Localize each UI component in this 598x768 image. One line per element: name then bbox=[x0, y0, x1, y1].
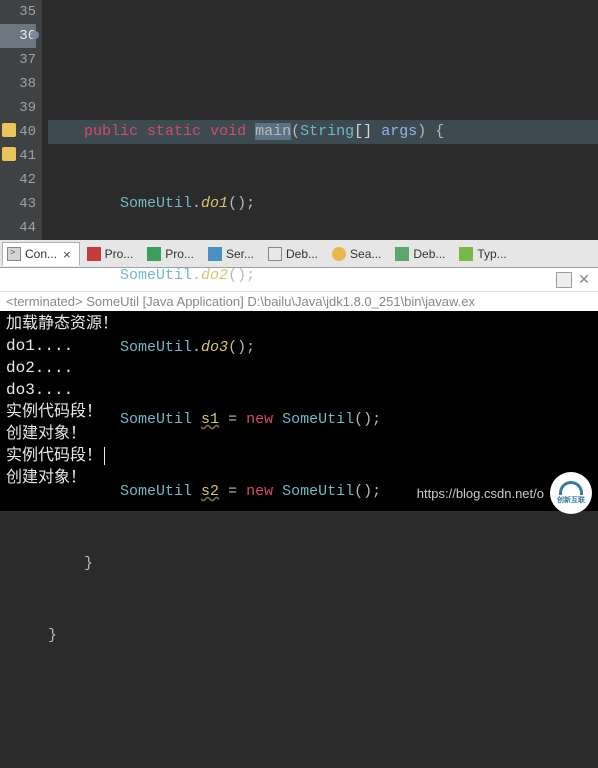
keyword: new bbox=[246, 483, 273, 500]
code-editor[interactable]: 35 36 37 38 39 40 41 42 43 44 public sta… bbox=[0, 0, 598, 240]
code-line[interactable]: SomeUtil.do3(); bbox=[48, 336, 598, 360]
breakpoint-marker-icon[interactable] bbox=[31, 31, 39, 39]
keyword: public bbox=[84, 123, 138, 140]
type: SomeUtil bbox=[120, 483, 192, 500]
method-name: main bbox=[255, 123, 291, 140]
code-line[interactable]: SomeUtil.do2(); bbox=[48, 264, 598, 288]
line-number: 39 bbox=[0, 96, 36, 120]
warning-marker-icon[interactable] bbox=[2, 147, 16, 161]
type: String bbox=[300, 123, 354, 140]
line-number: 42 bbox=[0, 168, 36, 192]
code-area[interactable]: public static void main(String[] args) {… bbox=[42, 0, 598, 240]
line-number: 44 bbox=[0, 216, 36, 240]
method-call: do2 bbox=[201, 267, 228, 284]
line-number: 43 bbox=[0, 192, 36, 216]
type: SomeUtil bbox=[120, 339, 192, 356]
code-line[interactable]: public static void main(String[] args) { bbox=[48, 120, 598, 144]
line-number-gutter: 35 36 37 38 39 40 41 42 43 44 bbox=[0, 0, 42, 240]
watermark: https://blog.csdn.net/o 创新互联 bbox=[417, 472, 592, 514]
type: SomeUtil bbox=[120, 195, 192, 212]
type: SomeUtil bbox=[282, 483, 354, 500]
line-number: 36 bbox=[0, 24, 36, 48]
code-line[interactable] bbox=[48, 48, 598, 72]
code-line[interactable]: } bbox=[48, 552, 598, 576]
method-call: do3 bbox=[201, 339, 228, 356]
variable: s1 bbox=[201, 411, 219, 428]
code-line[interactable]: SomeUtil s1 = new SomeUtil(); bbox=[48, 408, 598, 432]
keyword: new bbox=[246, 411, 273, 428]
console-icon bbox=[7, 247, 21, 261]
code-line[interactable]: } bbox=[48, 624, 598, 648]
keyword: void bbox=[210, 123, 246, 140]
line-number: 37 bbox=[0, 48, 36, 72]
line-number: 40 bbox=[0, 120, 36, 144]
line-number: 41 bbox=[0, 144, 36, 168]
watermark-logo-icon: 创新互联 bbox=[550, 472, 592, 514]
type: SomeUtil bbox=[282, 411, 354, 428]
type: SomeUtil bbox=[120, 411, 192, 428]
method-call: do1 bbox=[201, 195, 228, 212]
code-line[interactable]: SomeUtil.do1(); bbox=[48, 192, 598, 216]
code-line[interactable] bbox=[48, 696, 598, 720]
keyword: static bbox=[147, 123, 201, 140]
warning-marker-icon[interactable] bbox=[2, 123, 16, 137]
line-number: 35 bbox=[0, 0, 36, 24]
type: SomeUtil bbox=[120, 267, 192, 284]
line-number: 38 bbox=[0, 72, 36, 96]
param: args bbox=[381, 123, 417, 140]
variable: s2 bbox=[201, 483, 219, 500]
watermark-text: https://blog.csdn.net/o bbox=[417, 486, 544, 501]
